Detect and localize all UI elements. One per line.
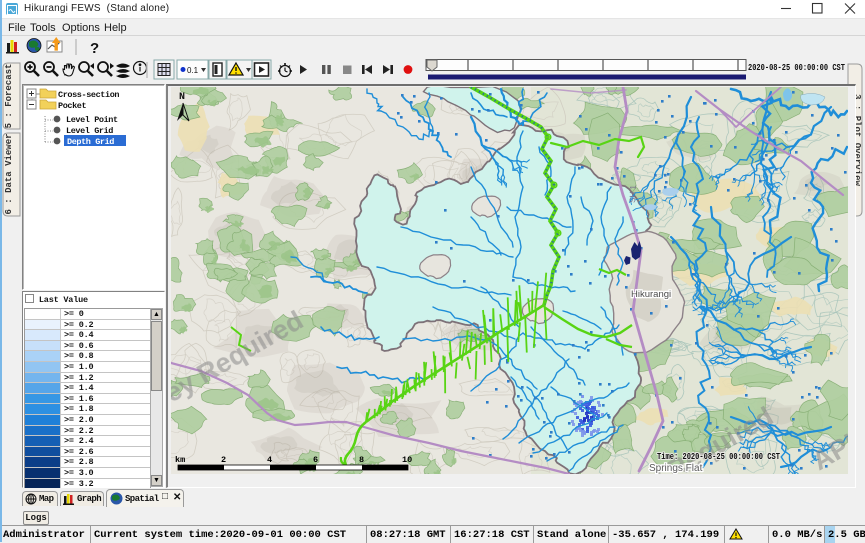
svg-text:Cross-section: Cross-section [58,90,119,100]
svg-text:10: 10 [402,455,412,465]
svg-text:0.1: 0.1 [187,66,199,75]
svg-text:Time: 2020-08-25 00:00:00 CST: Time: 2020-08-25 00:00:00 CST [657,451,780,462]
svg-text:8: 8 [359,455,364,465]
svg-text:6 : Data Viewer: 6 : Data Viewer [4,133,14,214]
svg-text:2020-08-25 00:00:00 CST: 2020-08-25 00:00:00 CST [748,63,845,73]
svg-text:6: 6 [313,455,318,465]
svg-text:Pocket: Pocket [58,101,87,111]
svg-text:SH 1: SH 1 [628,184,638,203]
svg-text:?: ? [90,40,99,57]
svg-text:N: N [179,92,185,103]
svg-text:Hikurangi: Hikurangi [631,289,671,300]
svg-text:Depth Grid: Depth Grid [67,137,114,147]
svg-text:2: 2 [221,455,226,465]
svg-text:5 : Forecast: 5 : Forecast [4,64,14,129]
svg-text:Springs Flat: Springs Flat [649,463,703,474]
svg-text:4: 4 [267,455,272,465]
svg-text:Level Grid: Level Grid [66,126,113,136]
svg-text:km: km [175,455,185,465]
svg-text:Level Point: Level Point [66,115,118,125]
